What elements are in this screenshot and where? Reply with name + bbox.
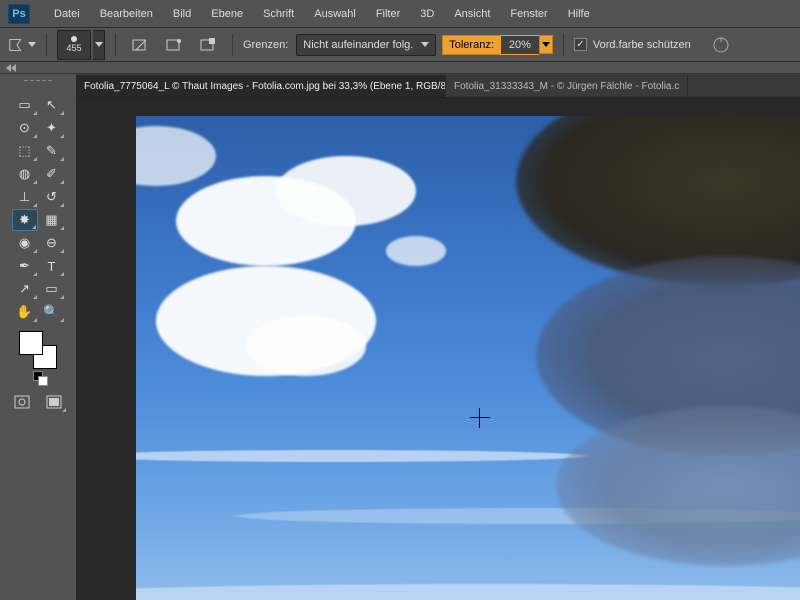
tab-label: Fotolia_7775064_L © Thaut Images - Fotol…	[84, 81, 446, 92]
foreground-color-swatch[interactable]	[19, 331, 43, 355]
default-colors-icon[interactable]	[33, 371, 43, 381]
tool-type[interactable]: T	[39, 255, 65, 277]
brush-size-value: 455	[66, 43, 81, 53]
tool-background-eraser[interactable]: ✸	[12, 209, 38, 231]
pressure-icon[interactable]	[707, 33, 735, 57]
menu-3d[interactable]: 3D	[410, 4, 444, 24]
menu-auswahl[interactable]: Auswahl	[304, 4, 366, 24]
tolerance-label: Toleranz:	[442, 35, 500, 55]
tool-history-brush[interactable]: ↺	[39, 186, 65, 208]
menu-schrift[interactable]: Schrift	[253, 4, 304, 24]
app-logo[interactable]: Ps	[8, 4, 30, 24]
move-icon: ↖	[46, 97, 57, 113]
tab-label: Fotolia_31333343_M - © Jürgen Fälchle - …	[454, 81, 679, 92]
hand-icon: ✋	[16, 304, 32, 320]
toolbox: ▭ ↖ ⊙ ✦ ⬚ ✎ ◍ ✐ ⊥ ↺ ✸ ▦ ◉ ⊖ ✒ T ↗ ▭ ✋ 🔍	[0, 74, 76, 600]
tool-shape[interactable]: ▭	[39, 278, 65, 300]
menu-filter[interactable]: Filter	[366, 4, 410, 24]
lasso-icon: ⊙	[19, 120, 30, 136]
eyedropper-icon: ✎	[46, 143, 57, 159]
tolerance-arrow-icon[interactable]	[539, 35, 553, 54]
sampling-continuous-icon[interactable]	[126, 33, 154, 57]
marquee-icon: ▭	[18, 97, 30, 113]
tool-crop[interactable]: ⬚	[12, 140, 38, 162]
workspace: Fotolia_7775064_L © Thaut Images - Fotol…	[76, 74, 800, 600]
pen-icon: ✒	[19, 258, 30, 274]
collapse-handle[interactable]	[0, 62, 800, 74]
sampling-swatch-icon[interactable]	[194, 33, 222, 57]
menu-bar: Ps DateiBearbeitenBildEbeneSchriftAuswah…	[0, 0, 800, 28]
tool-spot-heal[interactable]: ◍	[12, 163, 38, 185]
sampling-once-icon[interactable]	[160, 33, 188, 57]
menu-bearbeiten[interactable]: Bearbeiten	[90, 4, 163, 24]
tool-eyedropper[interactable]: ✎	[39, 140, 65, 162]
tool-path-select[interactable]: ↗	[12, 278, 38, 300]
path-select-icon: ↗	[19, 281, 30, 297]
dodge-icon: ⊖	[46, 235, 57, 251]
brush-icon: ✐	[46, 166, 57, 182]
menu-datei[interactable]: Datei	[44, 4, 90, 24]
canvas-image[interactable]	[136, 116, 800, 600]
tool-blur[interactable]: ◉	[12, 232, 38, 254]
tool-marquee[interactable]: ▭	[12, 94, 38, 116]
tool-pen[interactable]: ✒	[12, 255, 38, 277]
menu-hilfe[interactable]: Hilfe	[558, 4, 600, 24]
shape-icon: ▭	[45, 281, 57, 297]
tool-lasso[interactable]: ⊙	[12, 117, 38, 139]
borders-dropdown[interactable]: Nicht aufeinander folg.	[296, 34, 436, 56]
crop-icon: ⬚	[18, 143, 30, 159]
blur-icon: ◉	[19, 235, 30, 251]
canvas-area[interactable]	[76, 98, 800, 600]
brush-preset-picker[interactable]: 455	[57, 30, 105, 60]
borders-label: Grenzen:	[243, 39, 288, 51]
tool-brush[interactable]: ✐	[39, 163, 65, 185]
magic-wand-icon: ✦	[46, 120, 57, 136]
borders-value: Nicht aufeinander folg.	[303, 39, 415, 51]
clone-stamp-icon: ⊥	[19, 189, 30, 205]
document-tab-1[interactable]: Fotolia_31333343_M - © Jürgen Fälchle - …	[446, 75, 688, 97]
menu-ebene[interactable]: Ebene	[201, 4, 253, 24]
menu-ansicht[interactable]: Ansicht	[444, 4, 500, 24]
options-bar: 455 Grenzen: Nicht aufeinander folg. Tol…	[0, 28, 800, 62]
toolbox-handle[interactable]	[14, 80, 62, 90]
history-brush-icon: ↺	[46, 189, 57, 205]
zoom-icon: 🔍	[43, 304, 59, 320]
tolerance-value: 20%	[500, 35, 539, 55]
protect-fg-checkbox[interactable]: ✓	[574, 38, 587, 51]
gradient-icon: ▦	[45, 212, 57, 228]
screen-mode-icon[interactable]	[41, 391, 67, 413]
quick-mask-icon[interactable]	[9, 391, 35, 413]
tolerance-control[interactable]: Toleranz: 20%	[442, 35, 553, 55]
protect-fg-label: Vord.farbe schützen	[593, 39, 691, 51]
tool-move[interactable]: ↖	[39, 94, 65, 116]
tool-zoom[interactable]: 🔍	[39, 301, 65, 323]
type-icon: T	[48, 259, 56, 274]
cursor-crosshair	[470, 408, 490, 428]
menu-bild[interactable]: Bild	[163, 4, 201, 24]
tool-magic-wand[interactable]: ✦	[39, 117, 65, 139]
tool-gradient[interactable]: ▦	[39, 209, 65, 231]
tool-hand[interactable]: ✋	[12, 301, 38, 323]
spot-heal-icon: ◍	[19, 166, 30, 182]
menu-fenster[interactable]: Fenster	[500, 4, 557, 24]
tool-preset-icon[interactable]	[8, 33, 36, 57]
color-swatches[interactable]	[19, 331, 57, 369]
tool-dodge[interactable]: ⊖	[39, 232, 65, 254]
tool-clone-stamp[interactable]: ⊥	[12, 186, 38, 208]
document-tab-0[interactable]: Fotolia_7775064_L © Thaut Images - Fotol…	[76, 75, 446, 97]
background-eraser-icon: ✸	[19, 212, 30, 228]
document-tabs: Fotolia_7775064_L © Thaut Images - Fotol…	[76, 74, 800, 98]
